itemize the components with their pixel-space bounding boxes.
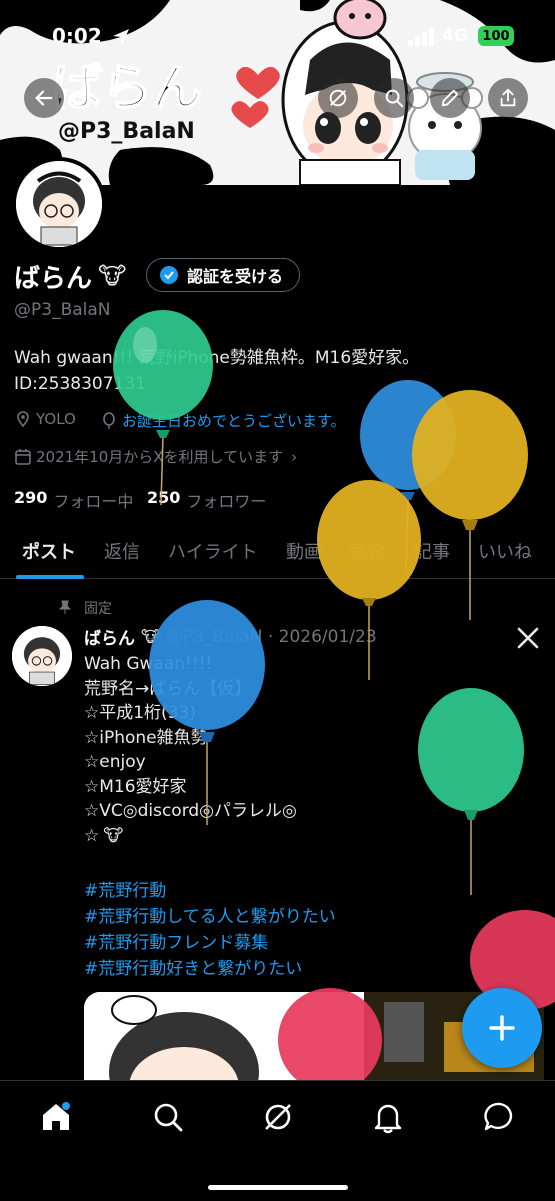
balloon — [317, 480, 421, 680]
balloon — [149, 600, 265, 825]
balloon — [418, 688, 524, 895]
nav-messages[interactable] — [482, 1099, 518, 1135]
compose-button[interactable] — [462, 988, 542, 1068]
grok-nav-icon — [265, 1104, 291, 1130]
balloon — [113, 310, 213, 506]
explore-icon — [154, 1103, 183, 1132]
nav-notifications[interactable] — [370, 1099, 406, 1135]
messages-icon — [484, 1102, 513, 1131]
plus-icon — [489, 1015, 515, 1041]
balloon — [412, 390, 528, 620]
balloon — [278, 988, 382, 1092]
home-indicator — [208, 1185, 348, 1190]
bell-icon — [374, 1104, 402, 1134]
home-icon — [43, 1102, 70, 1130]
bottom-navigation — [0, 1080, 555, 1201]
nav-grok[interactable] — [260, 1099, 296, 1135]
nav-explore[interactable] — [150, 1099, 186, 1135]
nav-home[interactable] — [38, 1099, 74, 1135]
